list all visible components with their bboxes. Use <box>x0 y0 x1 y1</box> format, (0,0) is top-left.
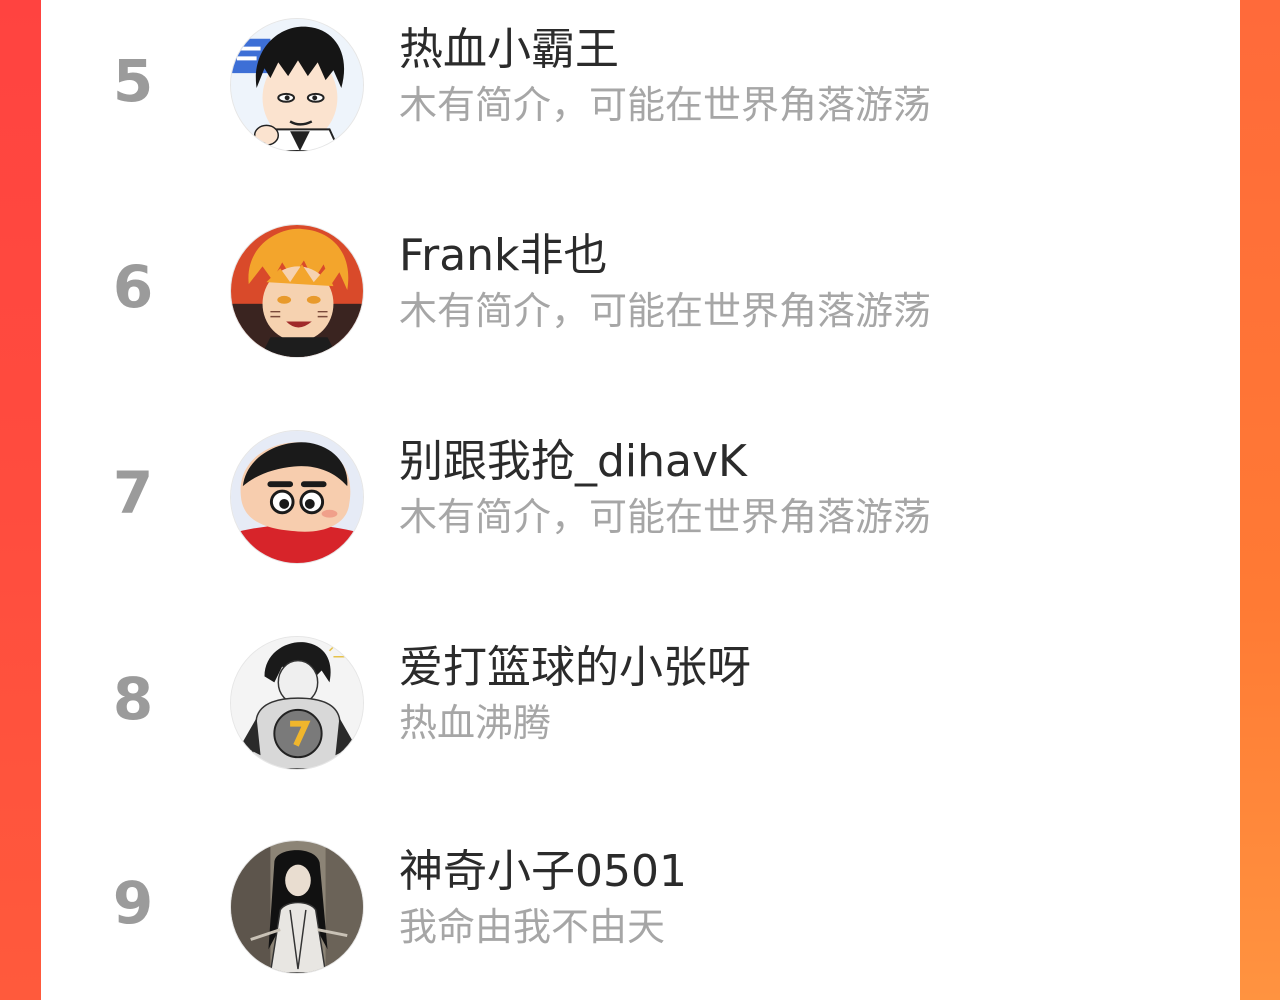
background-right-edge <box>1240 0 1280 1000</box>
rank-number: 7 <box>112 459 154 527</box>
background-left-edge <box>0 0 41 1000</box>
user-avatar[interactable] <box>230 18 364 152</box>
basketball-player-sketch-avatar-icon <box>231 637 363 769</box>
username: Frank非也 <box>399 230 608 281</box>
ranking-row[interactable]: 5 热血小霸王 木有简介，可能在世界角落游荡 <box>41 6 1240 156</box>
user-bio: 我命由我不由天 <box>399 905 666 949</box>
user-bio: 木有简介，可能在世界角落游荡 <box>399 289 932 333</box>
user-avatar[interactable] <box>230 224 364 358</box>
ranking-row[interactable]: 7 别跟我抢_dihavK 木有简介，可能在世界角落游荡 <box>41 418 1240 568</box>
username: 别跟我抢_dihavK <box>399 436 747 487</box>
ranking-list: 5 热血小霸王 木有简介，可能在世界角落游荡 6 Frank非也 木有简介，可能… <box>41 0 1240 1000</box>
rank-number: 5 <box>112 47 154 115</box>
user-avatar[interactable] <box>230 636 364 770</box>
user-avatar[interactable] <box>230 840 364 974</box>
rank-number: 8 <box>112 665 154 733</box>
rank-number: 9 <box>112 869 154 937</box>
user-avatar[interactable] <box>230 430 364 564</box>
user-bio: 木有简介，可能在世界角落游荡 <box>399 83 932 127</box>
dark-haired-warrior-avatar-icon <box>231 841 363 973</box>
user-bio: 热血沸腾 <box>399 701 552 745</box>
anime-boy-orange-hair-avatar-icon <box>231 225 363 357</box>
ranking-row[interactable]: 6 Frank非也 木有简介，可能在世界角落游荡 <box>41 212 1240 362</box>
ranking-row[interactable]: 8 爱打篮球的小张呀 热血沸腾 <box>41 624 1240 774</box>
username: 神奇小子0501 <box>399 846 687 897</box>
anime-boy-black-hair-avatar-icon <box>231 19 363 151</box>
ranking-row[interactable]: 9 神奇小子0501 我命由我不由天 <box>41 828 1240 978</box>
username: 热血小霸王 <box>399 24 619 75</box>
cartoon-boy-avatar-icon <box>231 431 363 563</box>
user-bio: 木有简介，可能在世界角落游荡 <box>399 495 932 539</box>
rank-number: 6 <box>112 253 154 321</box>
username: 爱打篮球的小张呀 <box>399 642 751 693</box>
